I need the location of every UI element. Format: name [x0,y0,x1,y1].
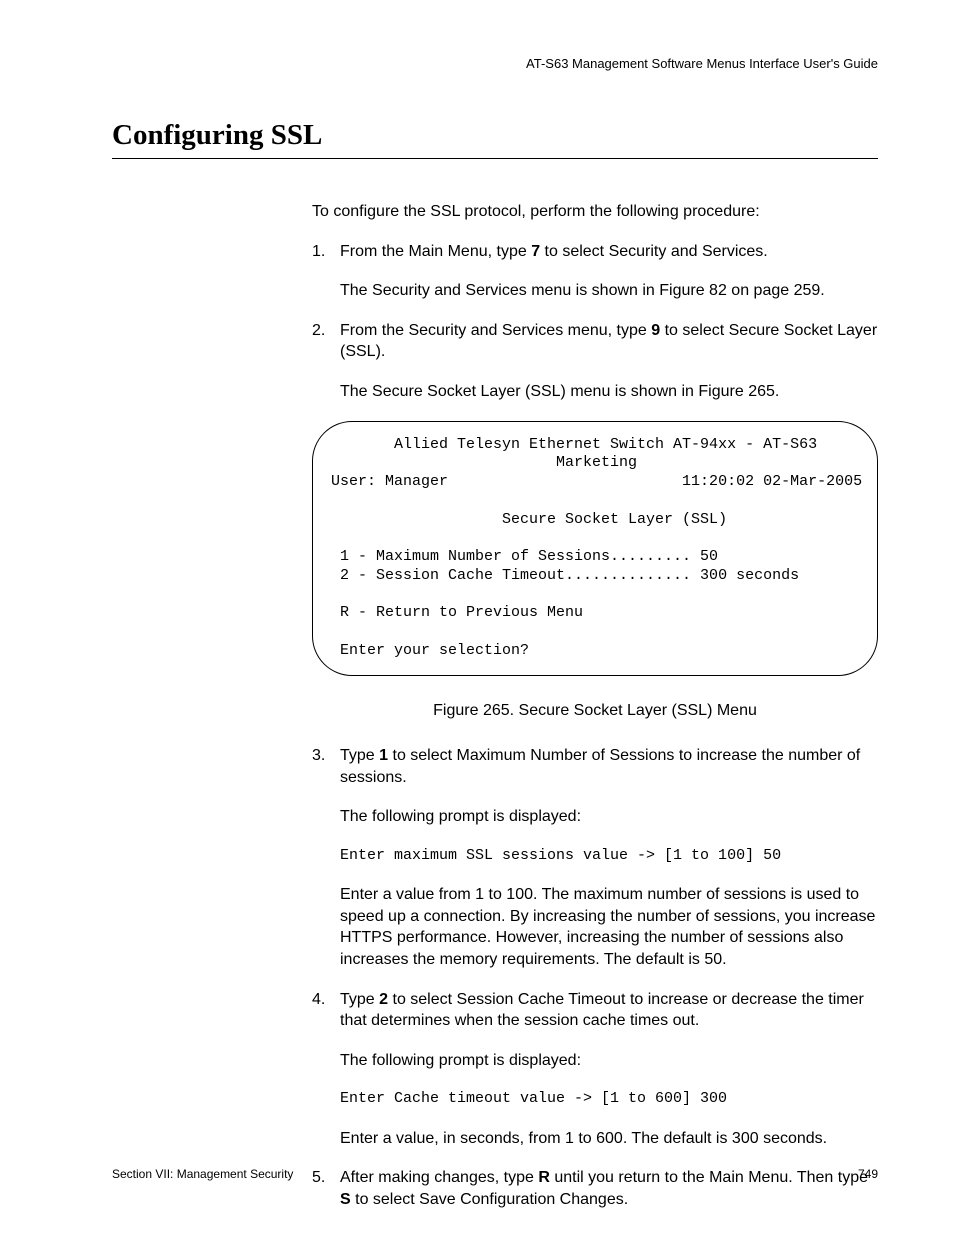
terminal-line: Marketing [331,454,637,471]
intro-paragraph: To configure the SSL protocol, perform t… [312,201,878,223]
terminal-menu-box: Allied Telesyn Ethernet Switch AT-94xx -… [312,421,878,676]
prompt-line: Enter Cache timeout value -> [1 to 600] … [340,1089,878,1109]
bold-key: 2 [379,991,388,1008]
step-3-sub1: The following prompt is displayed: [340,806,878,828]
header-guide-title: AT-S63 Management Software Menus Interfa… [112,56,878,71]
step-1: 1. From the Main Menu, type 7 to select … [312,241,878,263]
prompt-line: Enter maximum SSL sessions value -> [1 t… [340,846,878,866]
step-text: From the Main Menu, type 7 to select Sec… [340,241,878,263]
step-4: 4. Type 2 to select Session Cache Timeou… [312,989,878,1032]
bold-key: 9 [651,322,660,339]
text: to select Save Configuration Changes. [351,1191,629,1208]
step-number: 3. [312,745,340,788]
step-text: From the Security and Services menu, typ… [340,320,878,363]
step-4-sub1: The following prompt is displayed: [340,1050,878,1072]
section-title: Configuring SSL [112,119,878,159]
content-body: To configure the SSL protocol, perform t… [312,201,878,1210]
figure-caption: Figure 265. Secure Socket Layer (SSL) Me… [312,700,878,722]
step-3: 3. Type 1 to select Maximum Number of Se… [312,745,878,788]
terminal-line: Enter your selection? [331,642,529,659]
bold-key: 7 [531,243,540,260]
terminal-line: User: Manager 11:20:02 02-Mar-2005 [331,473,862,490]
bold-key: S [340,1191,351,1208]
terminal-line: 1 - Maximum Number of Sessions......... … [331,548,718,565]
footer-page-number: 749 [858,1167,878,1181]
terminal-line: Secure Socket Layer (SSL) [331,511,727,528]
bold-key: 1 [379,747,388,764]
step-number: 1. [312,241,340,263]
step-number: 2. [312,320,340,363]
text: to select Security and Services. [540,243,768,260]
footer-section: Section VII: Management Security [112,1167,293,1181]
text: From the Security and Services menu, typ… [340,322,651,339]
text: From the Main Menu, type [340,243,531,260]
terminal-line: R - Return to Previous Menu [331,604,583,621]
step-2: 2. From the Security and Services menu, … [312,320,878,363]
terminal-line: Allied Telesyn Ethernet Switch AT-94xx -… [331,436,817,453]
step-1-sub: The Security and Services menu is shown … [340,280,878,302]
text: to select Session Cache Timeout to incre… [340,991,864,1030]
page-footer: Section VII: Management Security 749 [112,1167,878,1181]
step-number: 4. [312,989,340,1032]
text: to select Maximum Number of Sessions to … [340,747,860,786]
step-text: Type 1 to select Maximum Number of Sessi… [340,745,878,788]
step-4-sub2: Enter a value, in seconds, from 1 to 600… [340,1128,878,1150]
text: Type [340,747,379,764]
step-text: Type 2 to select Session Cache Timeout t… [340,989,878,1032]
step-2-sub: The Secure Socket Layer (SSL) menu is sh… [340,381,878,403]
terminal-line: 2 - Session Cache Timeout.............. … [331,567,799,584]
text: Type [340,991,379,1008]
step-3-sub2: Enter a value from 1 to 100. The maximum… [340,884,878,970]
